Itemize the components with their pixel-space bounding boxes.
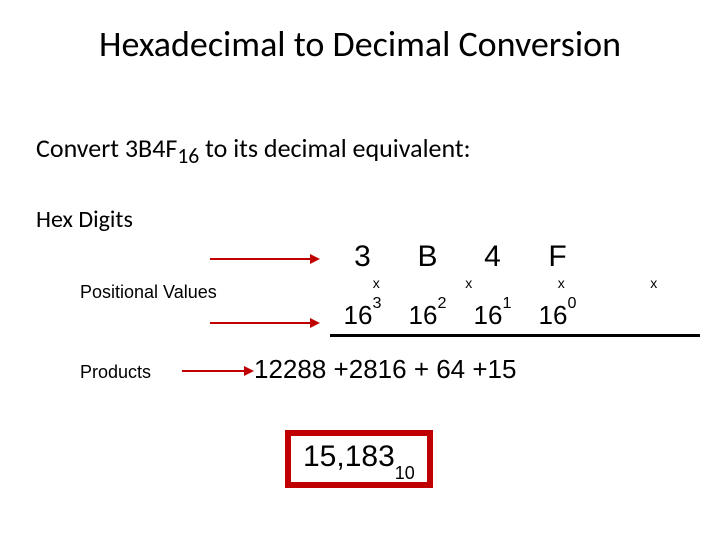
underline-divider	[330, 334, 700, 337]
times-icon: x	[515, 275, 608, 291]
product-term: 12288	[254, 354, 326, 384]
arrow-hex	[210, 258, 310, 260]
pv-base: 16	[409, 300, 438, 330]
pv-base: 16	[344, 300, 373, 330]
label-positional-values: Positional Values	[80, 282, 217, 303]
pv-exp: 2	[437, 294, 446, 312]
hex-digit: F	[525, 240, 590, 274]
answer-box: 15,18310	[285, 430, 433, 488]
slide-title: Hexadecimal to Decimal Conversion	[0, 22, 720, 66]
arrow-products	[182, 370, 244, 372]
pv-base: 16	[539, 300, 568, 330]
product-term: +2816	[334, 354, 407, 384]
product-term: + 64	[414, 354, 465, 384]
times-icon: x	[330, 275, 423, 291]
answer-value: 15,183	[303, 440, 395, 473]
subtitle-prefix: Convert 3B4F	[36, 132, 177, 164]
pv-base: 16	[474, 300, 503, 330]
hex-digits-row: 3 B 4 F	[330, 240, 590, 274]
label-hex-digits: Hex Digits	[36, 205, 133, 234]
answer-subscript: 10	[395, 463, 415, 483]
pv-exp: 3	[372, 294, 381, 312]
pv-exp: 0	[567, 294, 576, 312]
positional-value: 161	[460, 300, 525, 331]
subtitle-subscript: 16	[177, 142, 199, 169]
positional-values-row: 163 162 161 160	[330, 300, 590, 331]
arrow-positional	[210, 322, 310, 324]
hex-digit: B	[395, 240, 460, 274]
times-icon: x	[423, 275, 516, 291]
product-term: +15	[472, 354, 516, 384]
positional-value: 163	[330, 300, 395, 331]
positional-value: 160	[525, 300, 590, 331]
subtitle: Convert 3B4F16 to its decimal equivalent…	[36, 132, 471, 169]
pv-exp: 1	[502, 294, 511, 312]
products-row: 12288 +2816 + 64 +15	[254, 354, 516, 385]
times-icon: x	[608, 275, 701, 291]
positional-value: 162	[395, 300, 460, 331]
hex-digit: 4	[460, 240, 525, 274]
multiply-row: x x x x	[330, 275, 700, 291]
hex-digit: 3	[330, 240, 395, 274]
label-products: Products	[80, 362, 151, 383]
subtitle-suffix: to its decimal equivalent:	[199, 132, 470, 164]
